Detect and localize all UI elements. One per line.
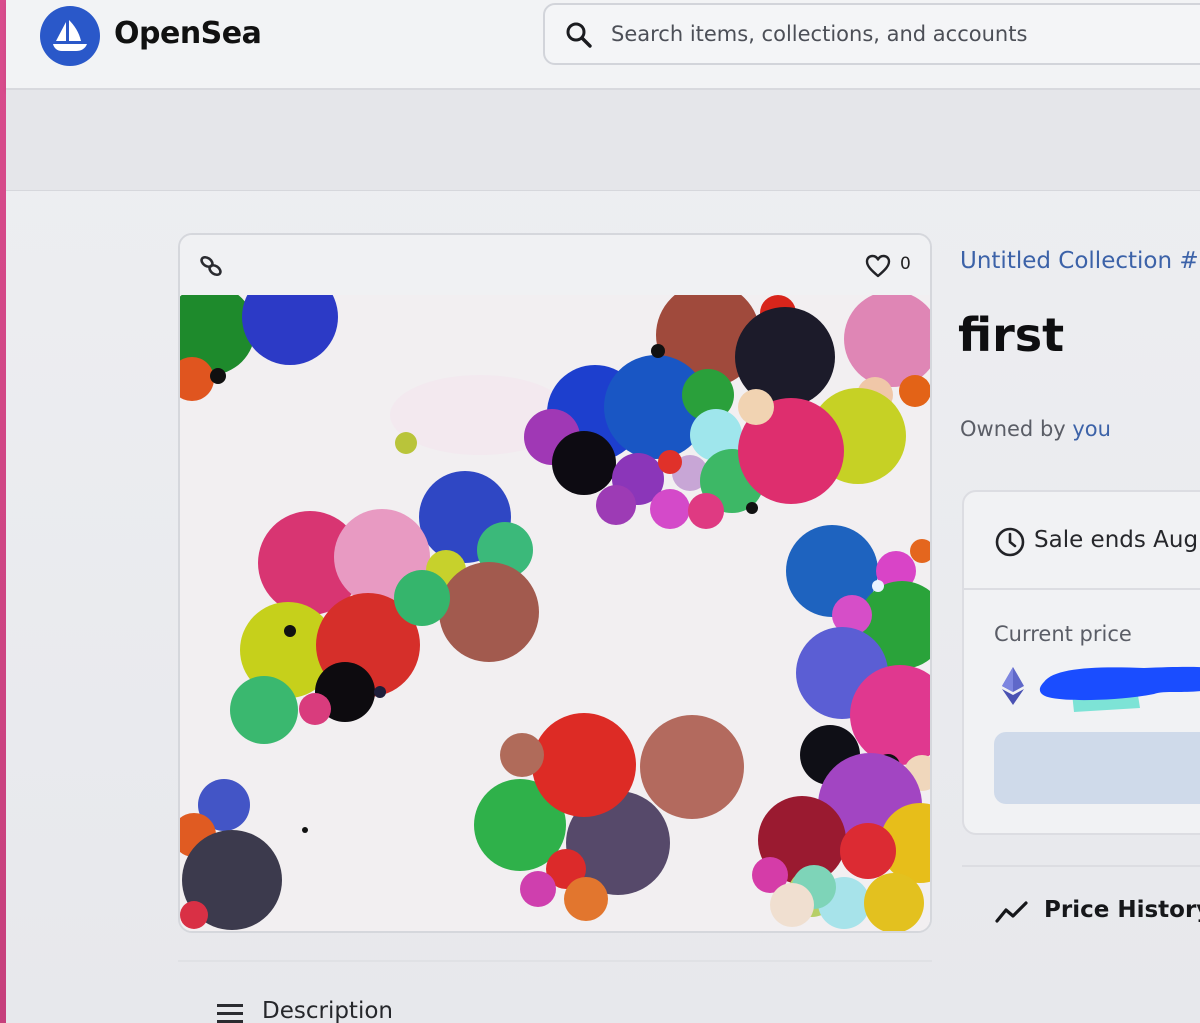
sale-ends-text: Sale ends Aug (1034, 527, 1199, 553)
description-divider (178, 960, 932, 962)
clock-icon (995, 527, 1025, 557)
price-history-divider (962, 865, 1200, 867)
top-navbar: OpenSea (6, 0, 1200, 90)
buy-now-button[interactable] (994, 732, 1200, 804)
owner-link[interactable]: you (1072, 417, 1111, 441)
owner-line: Owned by you (960, 417, 1111, 441)
brand-name[interactable]: OpenSea (114, 16, 262, 51)
sale-panel: Sale ends Aug Current price 68 (962, 490, 1200, 835)
sale-divider (964, 588, 1200, 590)
current-price-label: Current price (994, 622, 1132, 646)
image-card-header: 0 (180, 235, 930, 295)
opensea-logo-icon[interactable] (40, 6, 100, 66)
nft-artwork-image[interactable] (180, 295, 930, 931)
price-history-header[interactable]: Price History (1044, 897, 1200, 923)
opensea-item-page: OpenSea 0 (0, 0, 1200, 1023)
search-input[interactable] (611, 17, 1200, 51)
description-header[interactable]: Description (262, 998, 393, 1023)
item-image-card: 0 (178, 233, 932, 933)
price-redaction: 68 (1039, 666, 1200, 712)
collection-link[interactable]: Untitled Collection # (960, 248, 1199, 274)
item-title: first (958, 308, 1065, 362)
chain-icon[interactable] (198, 253, 224, 279)
favorites-count: 0 (900, 254, 911, 274)
ethereum-icon (1002, 667, 1024, 705)
heart-icon[interactable] (864, 253, 892, 279)
list-icon (217, 1004, 243, 1023)
trend-icon (995, 901, 1028, 923)
search-bar[interactable] (543, 3, 1200, 65)
search-icon (566, 22, 592, 48)
collection-banner (6, 90, 1200, 191)
owned-by-label: Owned by (960, 417, 1073, 441)
